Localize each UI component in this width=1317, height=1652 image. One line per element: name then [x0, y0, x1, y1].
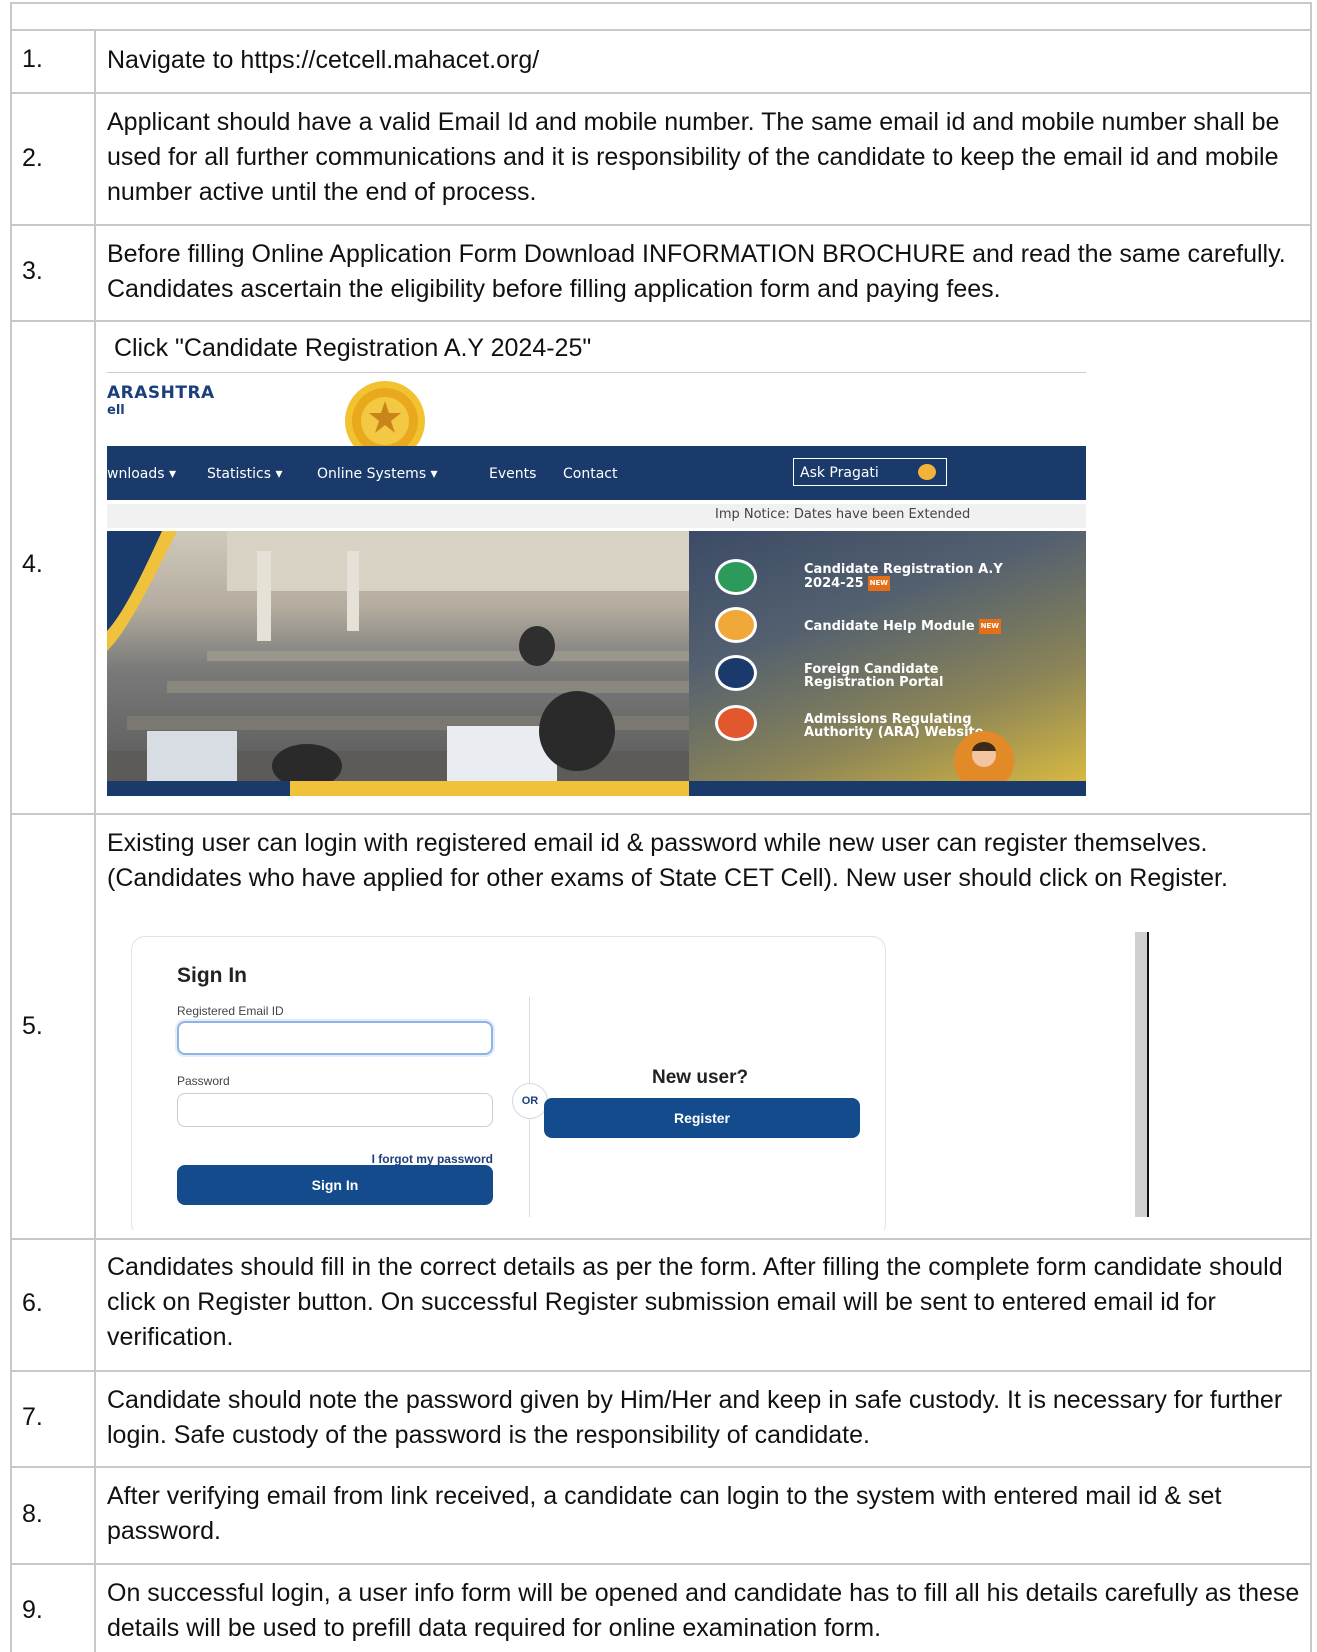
step-text: Before filling Online Application Form D… — [107, 240, 1286, 303]
signin-card: Sign In Registered Email ID Password I f… — [131, 936, 886, 1230]
new-user-heading: New user? — [652, 1067, 749, 1088]
website-screenshot: ARASHTRA ell wnloads ▾ Statistics ▾ Onli… — [107, 372, 1086, 796]
step-number: 6. — [22, 1289, 43, 1317]
signin-button[interactable]: Sign In — [177, 1165, 493, 1205]
nav-downloads[interactable]: wnloads ▾ — [107, 466, 176, 482]
link-label: Candidate Help Module — [804, 619, 975, 634]
row-divider — [10, 92, 1312, 94]
new-badge: NEW — [978, 619, 1002, 634]
nav-contact[interactable]: Contact — [563, 466, 617, 482]
pragati-mascot-icon — [954, 731, 1014, 781]
column-divider — [94, 29, 96, 1652]
stats-strip — [689, 781, 1086, 796]
step-number: 8. — [22, 1500, 43, 1528]
row-divider — [10, 224, 1312, 226]
link-label: Candidate Registration A.Y 2024-25 — [804, 562, 1003, 591]
password-label: Password — [177, 1074, 230, 1088]
step-text: Candidates should fill in the correct de… — [107, 1253, 1283, 1351]
site-brand-sub: ell — [107, 403, 125, 418]
row-divider — [10, 2, 1312, 4]
signin-title: Sign In — [177, 964, 247, 987]
stats-strip — [290, 781, 689, 796]
site-brand: ARASHTRA — [107, 383, 215, 403]
signin-screenshot: Sign In Registered Email ID Password I f… — [107, 930, 1152, 1230]
link-foreign-candidate[interactable]: Foreign Candidate Registration Portal — [804, 663, 984, 689]
step-text: Existing user can login with registered … — [107, 829, 1228, 892]
row-divider — [10, 1238, 1312, 1240]
row-divider — [10, 1370, 1312, 1372]
exam-hall-photo — [107, 531, 689, 781]
email-label: Registered Email ID — [177, 1004, 284, 1018]
step-number: 9. — [22, 1596, 43, 1624]
row-divider — [10, 1466, 1312, 1468]
forgot-password-link[interactable]: I forgot my password — [357, 1152, 493, 1166]
step-text: Candidate should note the password given… — [107, 1386, 1283, 1449]
nav-statistics[interactable]: Statistics ▾ — [207, 466, 282, 482]
step-number: 4. — [22, 550, 43, 578]
link-label: Foreign Candidate Registration Portal — [804, 662, 944, 690]
row-divider — [10, 1563, 1312, 1565]
step-text: Navigate to https://cetcell.mahacet.org/ — [107, 46, 540, 74]
step-number: 1. — [22, 45, 43, 73]
notice-text: Imp Notice: Dates have been Extended — [715, 507, 971, 522]
scrollbar[interactable] — [1135, 932, 1149, 1217]
link-candidate-registration[interactable]: Candidate Registration A.Y 2024-25 NEW — [804, 563, 1044, 591]
ask-pragati-label: Ask Pragati — [800, 465, 879, 481]
nav-events[interactable]: Events — [489, 466, 536, 482]
column-divider — [10, 2, 12, 1652]
instructions-table: 1. Navigate to https://cetcell.mahacet.o… — [0, 0, 1317, 1652]
step-text: Applicant should have a valid Email Id a… — [107, 108, 1280, 206]
step-text: On successful login, a user info form wi… — [107, 1579, 1300, 1642]
step-number: 7. — [22, 1403, 43, 1431]
stats-strip — [107, 781, 290, 796]
step-number: 5. — [22, 1012, 43, 1040]
link-candidate-help[interactable]: Candidate Help Module NEW — [804, 619, 1044, 634]
help-module-icon — [715, 607, 757, 643]
pragati-avatar-icon — [918, 464, 936, 480]
new-badge: NEW — [867, 576, 891, 591]
step-text: Click "Candidate Registration A.Y 2024-2… — [107, 334, 592, 362]
ara-website-icon — [715, 705, 757, 741]
email-field[interactable] — [177, 1021, 493, 1055]
notice-bar: Imp Notice: Dates have been Extended — [107, 504, 1086, 528]
nav-online-systems[interactable]: Online Systems ▾ — [317, 466, 438, 482]
step-text: After verifying email from link received… — [107, 1482, 1222, 1545]
register-button[interactable]: Register — [544, 1098, 860, 1138]
registration-icon — [715, 559, 757, 595]
foreign-candidate-icon — [715, 655, 757, 691]
row-divider — [10, 813, 1312, 815]
row-divider — [10, 320, 1312, 322]
or-badge: OR — [512, 1083, 548, 1119]
step-number: 2. — [22, 144, 43, 172]
password-field[interactable] — [177, 1093, 493, 1127]
step-number: 3. — [22, 257, 43, 285]
quick-links-panel: Candidate Registration A.Y 2024-25 NEW Ca… — [689, 531, 1086, 781]
column-divider — [1310, 2, 1312, 1652]
row-divider — [10, 29, 1312, 31]
exam-hall-illustration — [107, 531, 689, 781]
ask-pragati-button[interactable]: Ask Pragati — [793, 458, 947, 486]
